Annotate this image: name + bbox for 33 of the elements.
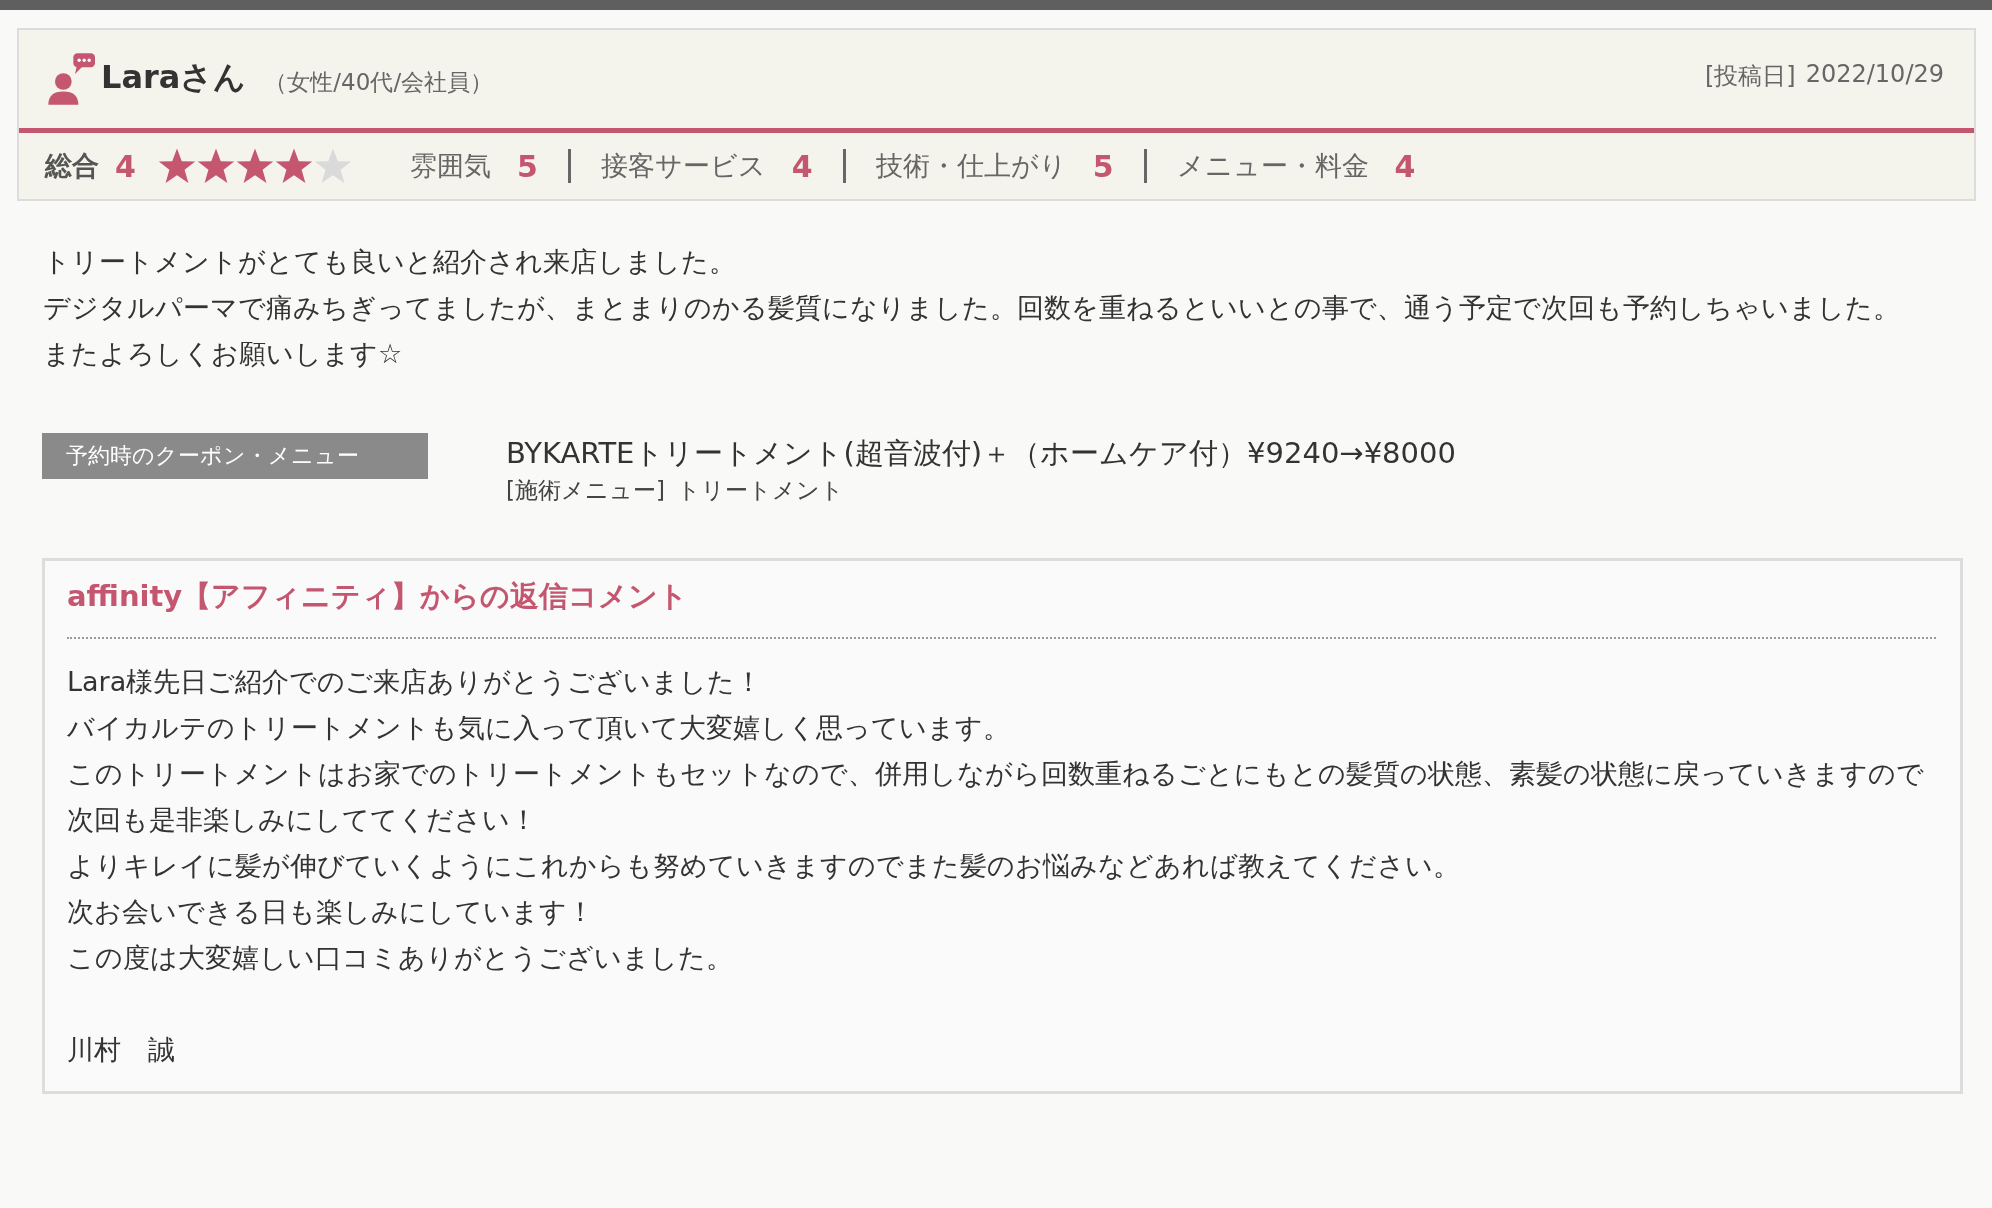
reply-text: Lara様先日ご紹介でのご来店ありがとうございました！ [67,665,764,699]
category-score: 5 [1092,148,1114,184]
category-score: 4 [791,148,813,184]
reply-text: このトリートメントはお家でのトリートメントもセットなので、併用しながら回数重ねるごとにもとの髪質の状態、素髪の状態に戻っていきますので次回も是非楽しみにしててください！ [67,757,1925,837]
filled-star-icon [157,147,196,185]
coupon-label: 予約時のクーポン・メニュー [42,433,428,479]
review-text: デジタルパーマで痛みちぎってましたが、まとまりのかる髪質になりました。回数を重ねるといいとの事で、通う予定で次回も予約しちゃいました。 [43,291,1901,325]
filled-star-icon [274,147,313,185]
category-label: 雰囲気 [409,149,491,183]
category-label: メニュー・料金 [1176,149,1369,183]
reply-text: 次お会いできる日も楽しみにしています！ [67,895,595,929]
filled-star-icon [235,147,274,185]
overall-score: 4 [115,148,136,184]
menu-label: [施術メニュー] [506,476,665,505]
posted-label: [投稿日] [1704,61,1796,92]
reply-text: この度は大変嬉しい口コミありがとうございました。 [67,941,734,975]
reviewer-name: Laraさん [101,57,247,98]
review-text: またよろしくお願いします☆ [43,337,404,371]
reply-text: よりキレイに髪が伸びていくようにこれからも努めていきますのでまた髪のお悩みなどあれば教えてください。 [67,849,1461,883]
reviewer-profile: （女性/40代/会社員） [264,68,494,97]
review-text: トリートメントがとても良いと紹介され来店しました。 [43,245,737,279]
posted-date: 2022/10/29 [1805,60,1944,90]
overall-label: 総合 [45,149,99,183]
category-label: 接客サービス [600,149,766,183]
filled-star-icon [196,147,235,185]
reply-text: バイカルテのトリートメントも気に入って頂いて大変嬉しく思っています。 [67,711,1011,745]
menu-name: トリートメント [676,476,844,505]
coupon-name: BYKARTEトリートメント(超音波付)＋（ホームケア付）¥9240→¥8000 [506,435,1456,472]
reply-title: affinity【アフィニティ】からの返信コメント [67,578,690,615]
reply-signature: 川村 誠 [67,1033,176,1067]
category-score: 5 [516,148,538,184]
category-label: 技術・仕上がり [875,149,1067,183]
category-score: 4 [1394,148,1416,184]
